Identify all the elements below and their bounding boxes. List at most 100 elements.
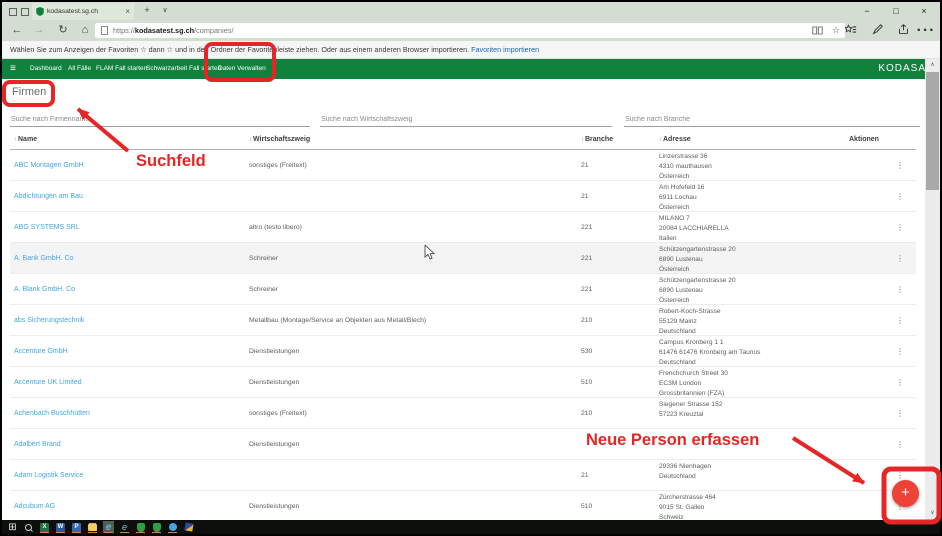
row-actions-menu-icon[interactable]: ⋮: [896, 440, 904, 449]
adresse-line: Grossbritannien (FZA): [659, 389, 845, 397]
page-content: Firmen ↑Name↕Wirtschaftszweig↕Branche↕Ad…: [2, 79, 940, 520]
column-header-adresse[interactable]: ↕Adresse: [655, 136, 845, 149]
company-link[interactable]: abs Sicherungstechnik: [14, 317, 84, 324]
column-header-aktionen[interactable]: Aktionen: [845, 136, 916, 149]
edge-icon[interactable]: e: [103, 521, 114, 533]
company-link[interactable]: Accenture UK Limited: [14, 379, 82, 386]
company-link[interactable]: Abdichtungen am Bau: [14, 193, 83, 200]
company-link[interactable]: A. Bank GmbH. Co: [14, 255, 74, 262]
nav-item-schwarzarbeit-fall-starten[interactable]: Schwarzarbeit Fall starten: [146, 59, 221, 79]
search-icon[interactable]: [23, 521, 34, 533]
adresse-line: Deutschland: [659, 327, 845, 335]
search-input-company[interactable]: [10, 116, 310, 127]
company-link[interactable]: A. Blank GmbH. Co: [14, 286, 75, 293]
minimize-button[interactable]: −: [856, 2, 878, 20]
share-icon[interactable]: [894, 20, 912, 41]
address-bar[interactable]: https://kodasatest.sg.ch/companies/ ☆: [95, 23, 845, 38]
company-link[interactable]: Achenbach Buschhütten: [14, 410, 90, 417]
wirtschaftszweig-cell: Dienstleistungen: [245, 491, 577, 520]
column-header-label: Name: [18, 136, 37, 143]
refresh-button[interactable]: ↻: [54, 20, 72, 41]
column-header-branche[interactable]: ↕Branche: [577, 136, 655, 149]
misc-app-icon[interactable]: [183, 521, 194, 533]
nav-item-dashboard[interactable]: Dashboard: [30, 59, 62, 79]
shield-app-icon[interactable]: [135, 521, 146, 533]
favorites-hub-icon[interactable]: [842, 20, 860, 41]
adresse-line: 55129 Mainz: [659, 317, 845, 327]
import-favorites-link[interactable]: Favoriten importieren: [471, 45, 539, 54]
tab-chevron-icon[interactable]: ∨: [158, 2, 172, 19]
row-actions-menu-icon[interactable]: ⋮: [896, 192, 904, 201]
adresse-cell: Schützengartenstrasse 206890 LustenauÖst…: [655, 243, 845, 273]
windows-taskbar: ⊞ XWPee: [2, 520, 940, 534]
adresse-line: 57223 Kreuztal: [659, 410, 845, 420]
branche-cell: [577, 429, 655, 459]
company-name-cell: ABC Montagen GmbH: [10, 150, 245, 180]
company-link[interactable]: Adam Logistik Service: [14, 472, 83, 479]
company-link[interactable]: ABG SYSTEMS SRL: [14, 224, 80, 231]
column-header-wirtschaftszweig[interactable]: ↕Wirtschaftszweig: [245, 136, 577, 149]
new-tab-button[interactable]: +: [140, 2, 154, 19]
row-actions-menu-icon[interactable]: ⋮: [896, 254, 904, 263]
scroll-down-icon[interactable]: ∨: [925, 507, 940, 520]
shield-app-icon-2[interactable]: [151, 521, 162, 533]
search-input-wirtschaftszweig[interactable]: [320, 116, 612, 127]
close-button[interactable]: ×: [913, 2, 935, 20]
word-icon[interactable]: W: [55, 521, 66, 533]
excel-icon[interactable]: X: [39, 521, 50, 533]
adresse-cell: Schützengartenstrasse 206890 LustenauÖst…: [655, 274, 845, 304]
adresse-line: 9015 St. Gallen: [659, 503, 845, 513]
home-button[interactable]: ⌂: [76, 20, 94, 41]
file-explorer-icon[interactable]: [87, 521, 98, 533]
menu-hamburger-icon[interactable]: ≡: [10, 59, 16, 79]
row-actions-menu-icon[interactable]: ⋮: [896, 409, 904, 418]
company-name-cell: Adcubum AG: [10, 491, 245, 520]
search-field-company: [10, 108, 310, 128]
internet-explorer-icon[interactable]: e: [119, 521, 130, 533]
row-actions-menu-icon[interactable]: ⋮: [896, 347, 904, 356]
row-actions-menu-icon[interactable]: ⋮: [896, 285, 904, 294]
powerpoint-icon[interactable]: P: [71, 521, 82, 533]
company-link[interactable]: Adalbert Brand: [14, 441, 61, 448]
column-header-label: Wirtschaftszweig: [253, 136, 310, 143]
company-link[interactable]: ABC Montagen GmbH: [14, 162, 84, 169]
wirtschaftszweig-cell: Dienstleistungen: [245, 367, 577, 397]
favorite-star-icon[interactable]: ☆: [832, 25, 840, 36]
row-actions-menu-icon[interactable]: ⋮: [896, 161, 904, 170]
add-person-fab-button[interactable]: +: [892, 480, 919, 507]
company-link[interactable]: Adcubum AG: [14, 503, 55, 510]
wirtschaftszweig-cell: Metallbau (Montage/Service an Objekten a…: [245, 305, 577, 335]
tab-close-icon[interactable]: ×: [125, 8, 130, 16]
company-link[interactable]: Accenture GmbH: [14, 348, 68, 355]
globe-app-icon[interactable]: [167, 521, 178, 533]
adresse-line: Österreich: [659, 265, 845, 273]
page-scrollbar[interactable]: ∧ ∨: [925, 59, 940, 520]
browser-tab[interactable]: kodasatest.sg.ch ×: [32, 3, 134, 20]
row-actions-menu-icon[interactable]: ⋮: [896, 316, 904, 325]
scroll-up-icon[interactable]: ∧: [925, 59, 940, 72]
aktionen-cell: ⋮: [845, 305, 916, 335]
more-options-icon[interactable]: ···: [916, 20, 936, 41]
nav-item-all-f-lle[interactable]: All Fälle: [68, 59, 91, 79]
back-button[interactable]: ←: [8, 20, 26, 41]
row-actions-menu-icon[interactable]: ⋮: [896, 378, 904, 387]
reading-view-icon[interactable]: [812, 26, 823, 35]
scrollbar-thumb[interactable]: [926, 72, 939, 190]
tab-preview-icon[interactable]: [21, 8, 29, 16]
column-header-name[interactable]: ↑Name: [10, 136, 245, 149]
row-actions-menu-icon[interactable]: ⋮: [896, 471, 904, 480]
search-input-branche[interactable]: [624, 116, 920, 127]
nav-item-daten-verwalten[interactable]: Daten Verwalten: [218, 59, 266, 79]
forward-button[interactable]: →: [30, 20, 48, 41]
aktionen-cell: ⋮: [845, 150, 916, 180]
company-name-cell: A. Bank GmbH. Co: [10, 243, 245, 273]
annotate-pen-icon[interactable]: [868, 20, 886, 41]
branche-cell: 510: [577, 367, 655, 397]
maximize-button[interactable]: □: [885, 2, 907, 20]
favorites-bar-message: Wählen Sie zum Anzeigen der Favoriten ☆ …: [10, 45, 469, 54]
wirtschaftszweig-cell: Schreiner: [245, 243, 577, 273]
start-button[interactable]: ⊞: [7, 521, 18, 533]
set-aside-tabs-icon[interactable]: [9, 8, 17, 16]
nav-item-flam-fall-starten[interactable]: FLAM Fall starten: [96, 59, 147, 79]
row-actions-menu-icon[interactable]: ⋮: [896, 223, 904, 232]
